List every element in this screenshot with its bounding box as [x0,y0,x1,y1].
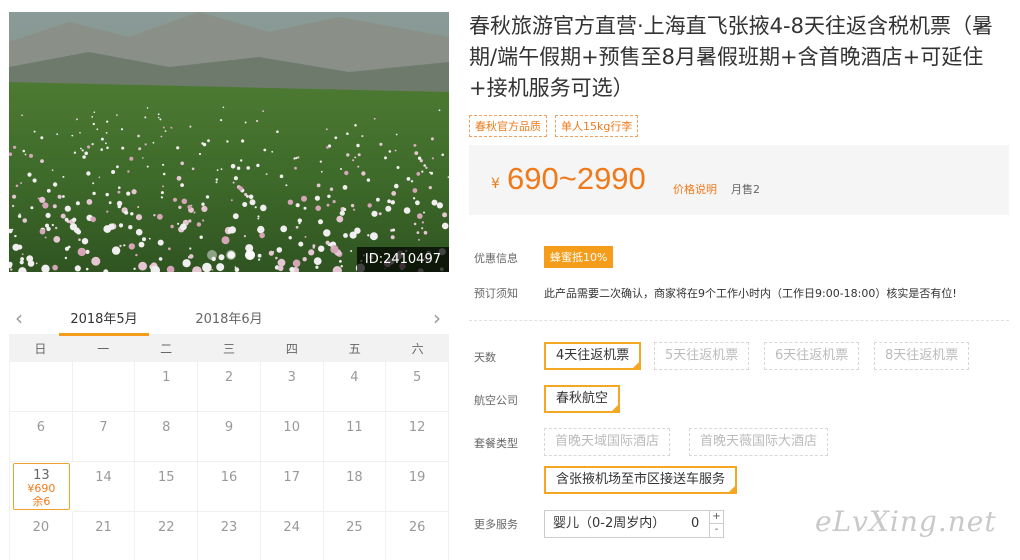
currency-symbol: ¥ [491,176,500,192]
minus-icon[interactable]: - [709,524,723,537]
booking-label: 预订须知 [474,287,518,300]
calendar-day: 22 [135,512,199,560]
option-8-days[interactable]: 8天往返机票 [874,342,970,370]
carousel-dot[interactable] [226,250,236,260]
option-6-days[interactable]: 6天往返机票 [764,342,860,370]
airline-label: 航空公司 [474,394,518,407]
watermark: eLvXing.net [815,505,997,538]
calendar-day-selected[interactable]: 13 ¥690 余6 [13,463,70,510]
promo-badge: 蜂蜜抵10% [544,246,614,268]
weekday-label: 三 [222,341,235,356]
tag-baggage: 单人15kg行李 [555,115,639,137]
calendar-day: 10 [260,412,324,462]
product-photo[interactable]: ID:2410497 [9,12,449,272]
weekday-label: 一 [97,341,110,356]
weekday-label: 六 [411,341,424,356]
calendar-day: 1 [135,362,199,412]
product-tags: 春秋官方品质 单人15kg行李 [469,115,639,137]
calendar-day: 17 [260,462,324,512]
promo-row: 优惠信息 蜂蜜抵10% [474,246,614,268]
calendar-day: 4 [323,362,387,412]
tag-quality: 春秋官方品质 [469,115,547,137]
calendar-day: 23 [198,512,261,560]
price-explain-link[interactable]: 价格说明 [673,181,717,197]
calendar-day: 5 [386,362,449,412]
weekday-label: 四 [285,341,298,356]
monthly-sales: 月售2 [731,183,760,196]
calendar-day: 21 [73,512,136,560]
calendar-day: 26 [386,512,449,560]
photo-id-label: ID:2410497 [356,247,449,272]
package-label: 套餐类型 [474,437,518,450]
extra-service-label: 更多服务 [474,518,518,531]
price-range: 690~2990 [507,161,646,196]
carousel-dot-active[interactable] [245,250,255,260]
tab-month-may[interactable]: 2018年5月 [59,308,149,336]
tab-month-june[interactable]: 2018年6月 [184,308,274,336]
infant-label: 婴儿（0-2周岁内） [553,516,666,531]
calendar-nav: ‹ 2018年5月 2018年6月 › [9,300,449,336]
infant-quantity-stepper: 婴儿（0-2周岁内） 0 + - [544,510,724,538]
calendar-day: 20 [10,512,73,560]
price-box: ¥ 690~2990 价格说明 月售2 [469,145,1009,215]
option-airline[interactable]: 春秋航空 [544,385,621,413]
calendar-day: 2 [198,362,261,412]
calendar-day [10,362,73,412]
promo-label: 优惠信息 [474,252,518,265]
calendar-day: 12 [386,412,449,462]
calendar-day: 19 [386,462,449,512]
weekday-label: 二 [160,341,173,356]
calendar-day: 16 [198,462,261,512]
calendar-day: 24 [261,512,324,560]
chevron-left-icon[interactable]: ‹ [15,306,23,330]
option-5-days[interactable]: 5天往返机票 [654,342,750,370]
day-stock: 余6 [32,495,51,508]
calendar-grid: 1 2 3 4 5 6 7 8 9 10 11 12 13 ¥690 余6 14… [9,362,449,560]
plus-icon[interactable]: + [709,511,723,524]
price-calendar: ‹ 2018年5月 2018年6月 › 日 一 二 三 四 五 六 1 2 3 … [9,300,449,560]
option-4-days[interactable]: 4天往返机票 [544,342,642,370]
carousel-dot[interactable] [207,250,217,260]
day-price: ¥690 [27,482,56,495]
calendar-day: 14 [72,462,136,512]
carousel-dots [207,250,255,260]
product-title: 春秋旅游官方直营·上海直飞张掖4-8天往返含税机票（暑期/端午假期+预售至8月暑… [469,14,993,100]
day-number: 13 [33,468,50,483]
option-package-3[interactable]: 含张掖机场至市区接送车服务 [544,466,738,494]
booking-row: 预订须知 此产品需要二次确认，商家将在9个工作小时内（工作日9:00-18:00… [474,285,957,301]
calendar-day: 25 [324,512,387,560]
option-package-2[interactable]: 首晚天薇国际大酒店 [689,428,829,456]
option-package-1[interactable]: 首晚天域国际酒店 [544,428,671,456]
calendar-day: 18 [323,462,387,512]
section-divider [469,320,1009,321]
calendar-day: 9 [198,412,261,462]
calendar-day: 6 [10,412,73,462]
booking-text: 此产品需要二次确认，商家将在9个工作小时内（工作日9:00-18:00）核实是否… [544,287,957,300]
weekday-header: 日 一 二 三 四 五 六 [9,334,449,362]
weekday-label: 日 [34,341,47,356]
weekday-label: 五 [348,341,361,356]
calendar-day: 8 [135,412,199,462]
chevron-right-icon[interactable]: › [433,306,441,330]
calendar-day: 15 [135,462,199,512]
calendar-day [72,362,136,412]
days-label: 天数 [474,351,496,364]
calendar-day: 7 [72,412,136,462]
calendar-day: 11 [323,412,387,462]
calendar-day: 3 [260,362,324,412]
infant-quantity[interactable]: 0 [691,511,699,537]
meadow-image [9,12,449,272]
